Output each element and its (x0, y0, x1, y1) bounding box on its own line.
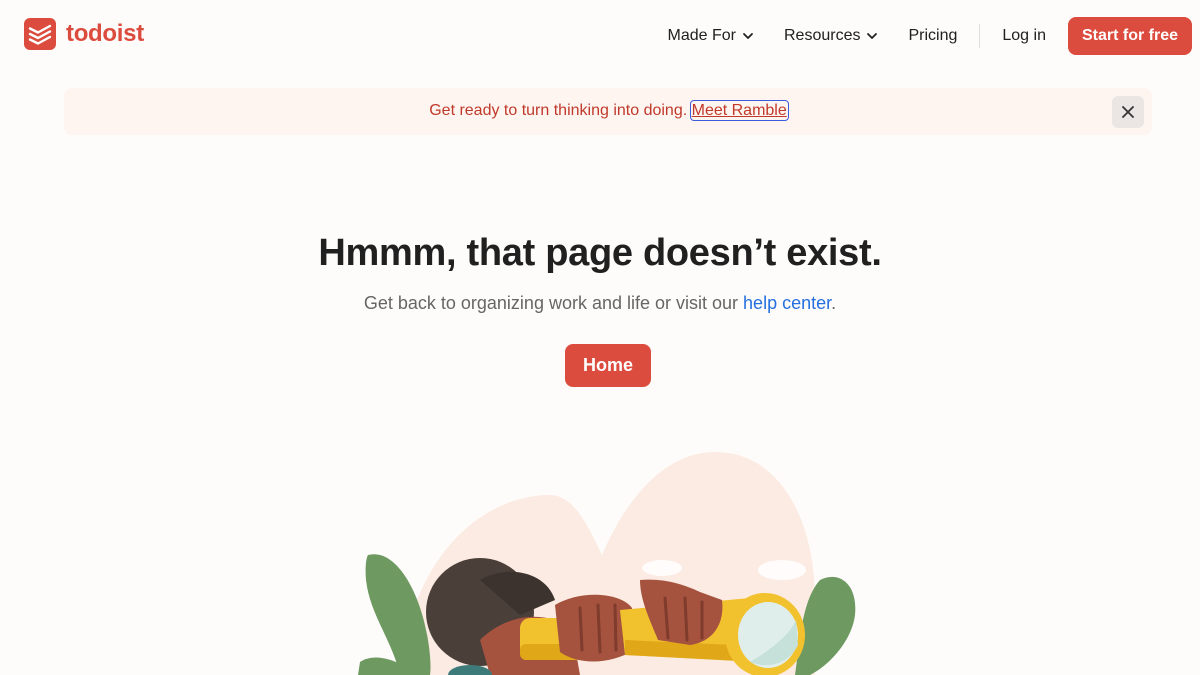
todoist-logo[interactable]: todoist (24, 18, 144, 50)
close-icon (1122, 106, 1134, 118)
chevron-down-icon (743, 33, 753, 39)
nav-login-label: Log in (1002, 27, 1046, 44)
banner-text: Get ready to turn thinking into doing. (429, 102, 688, 119)
page-title: Hmmm, that page doesn’t exist. (318, 232, 882, 274)
site-header: todoist Made For Resources Pricing Log i… (0, 0, 1200, 70)
cloud-right (758, 560, 806, 580)
subtitle-period: . (831, 293, 837, 313)
page: todoist Made For Resources Pricing Log i… (0, 0, 1200, 675)
nav-resources-label: Resources (783, 27, 861, 44)
main-nav: Made For Resources Pricing Log in Start … (660, 17, 1192, 55)
nav-resources[interactable]: Resources (776, 17, 886, 55)
help-center-link[interactable]: help center (743, 293, 831, 313)
nav-pricing[interactable]: Pricing (900, 17, 965, 55)
nav-pricing-label: Pricing (908, 27, 958, 44)
nav-made-for[interactable]: Made For (660, 17, 762, 55)
cloud-left (642, 560, 682, 576)
nav-made-for-label: Made For (667, 27, 736, 44)
banner-close-button[interactable] (1112, 96, 1144, 128)
subtitle-text: Get back to organizing work and life or … (363, 293, 739, 313)
meet-ramble-link[interactable]: Meet Ramble (689, 100, 789, 121)
binoculars-person-illustration (358, 452, 856, 675)
nav-divider (979, 24, 981, 48)
todoist-logo-icon (24, 18, 56, 50)
chevron-down-icon (867, 33, 878, 39)
banner-message: Get ready to turn thinking into doing. M… (64, 100, 1152, 121)
announcement-banner: Get ready to turn thinking into doing. M… (64, 88, 1152, 135)
start-for-free-button[interactable]: Start for free (1067, 17, 1192, 55)
page-subtitle: Get back to organizing work and life or … (0, 293, 1200, 314)
home-button[interactable]: Home (565, 344, 651, 387)
nav-login[interactable]: Log in (994, 17, 1054, 55)
plant-left (365, 554, 431, 675)
logo-wordmark: todoist (66, 20, 144, 47)
